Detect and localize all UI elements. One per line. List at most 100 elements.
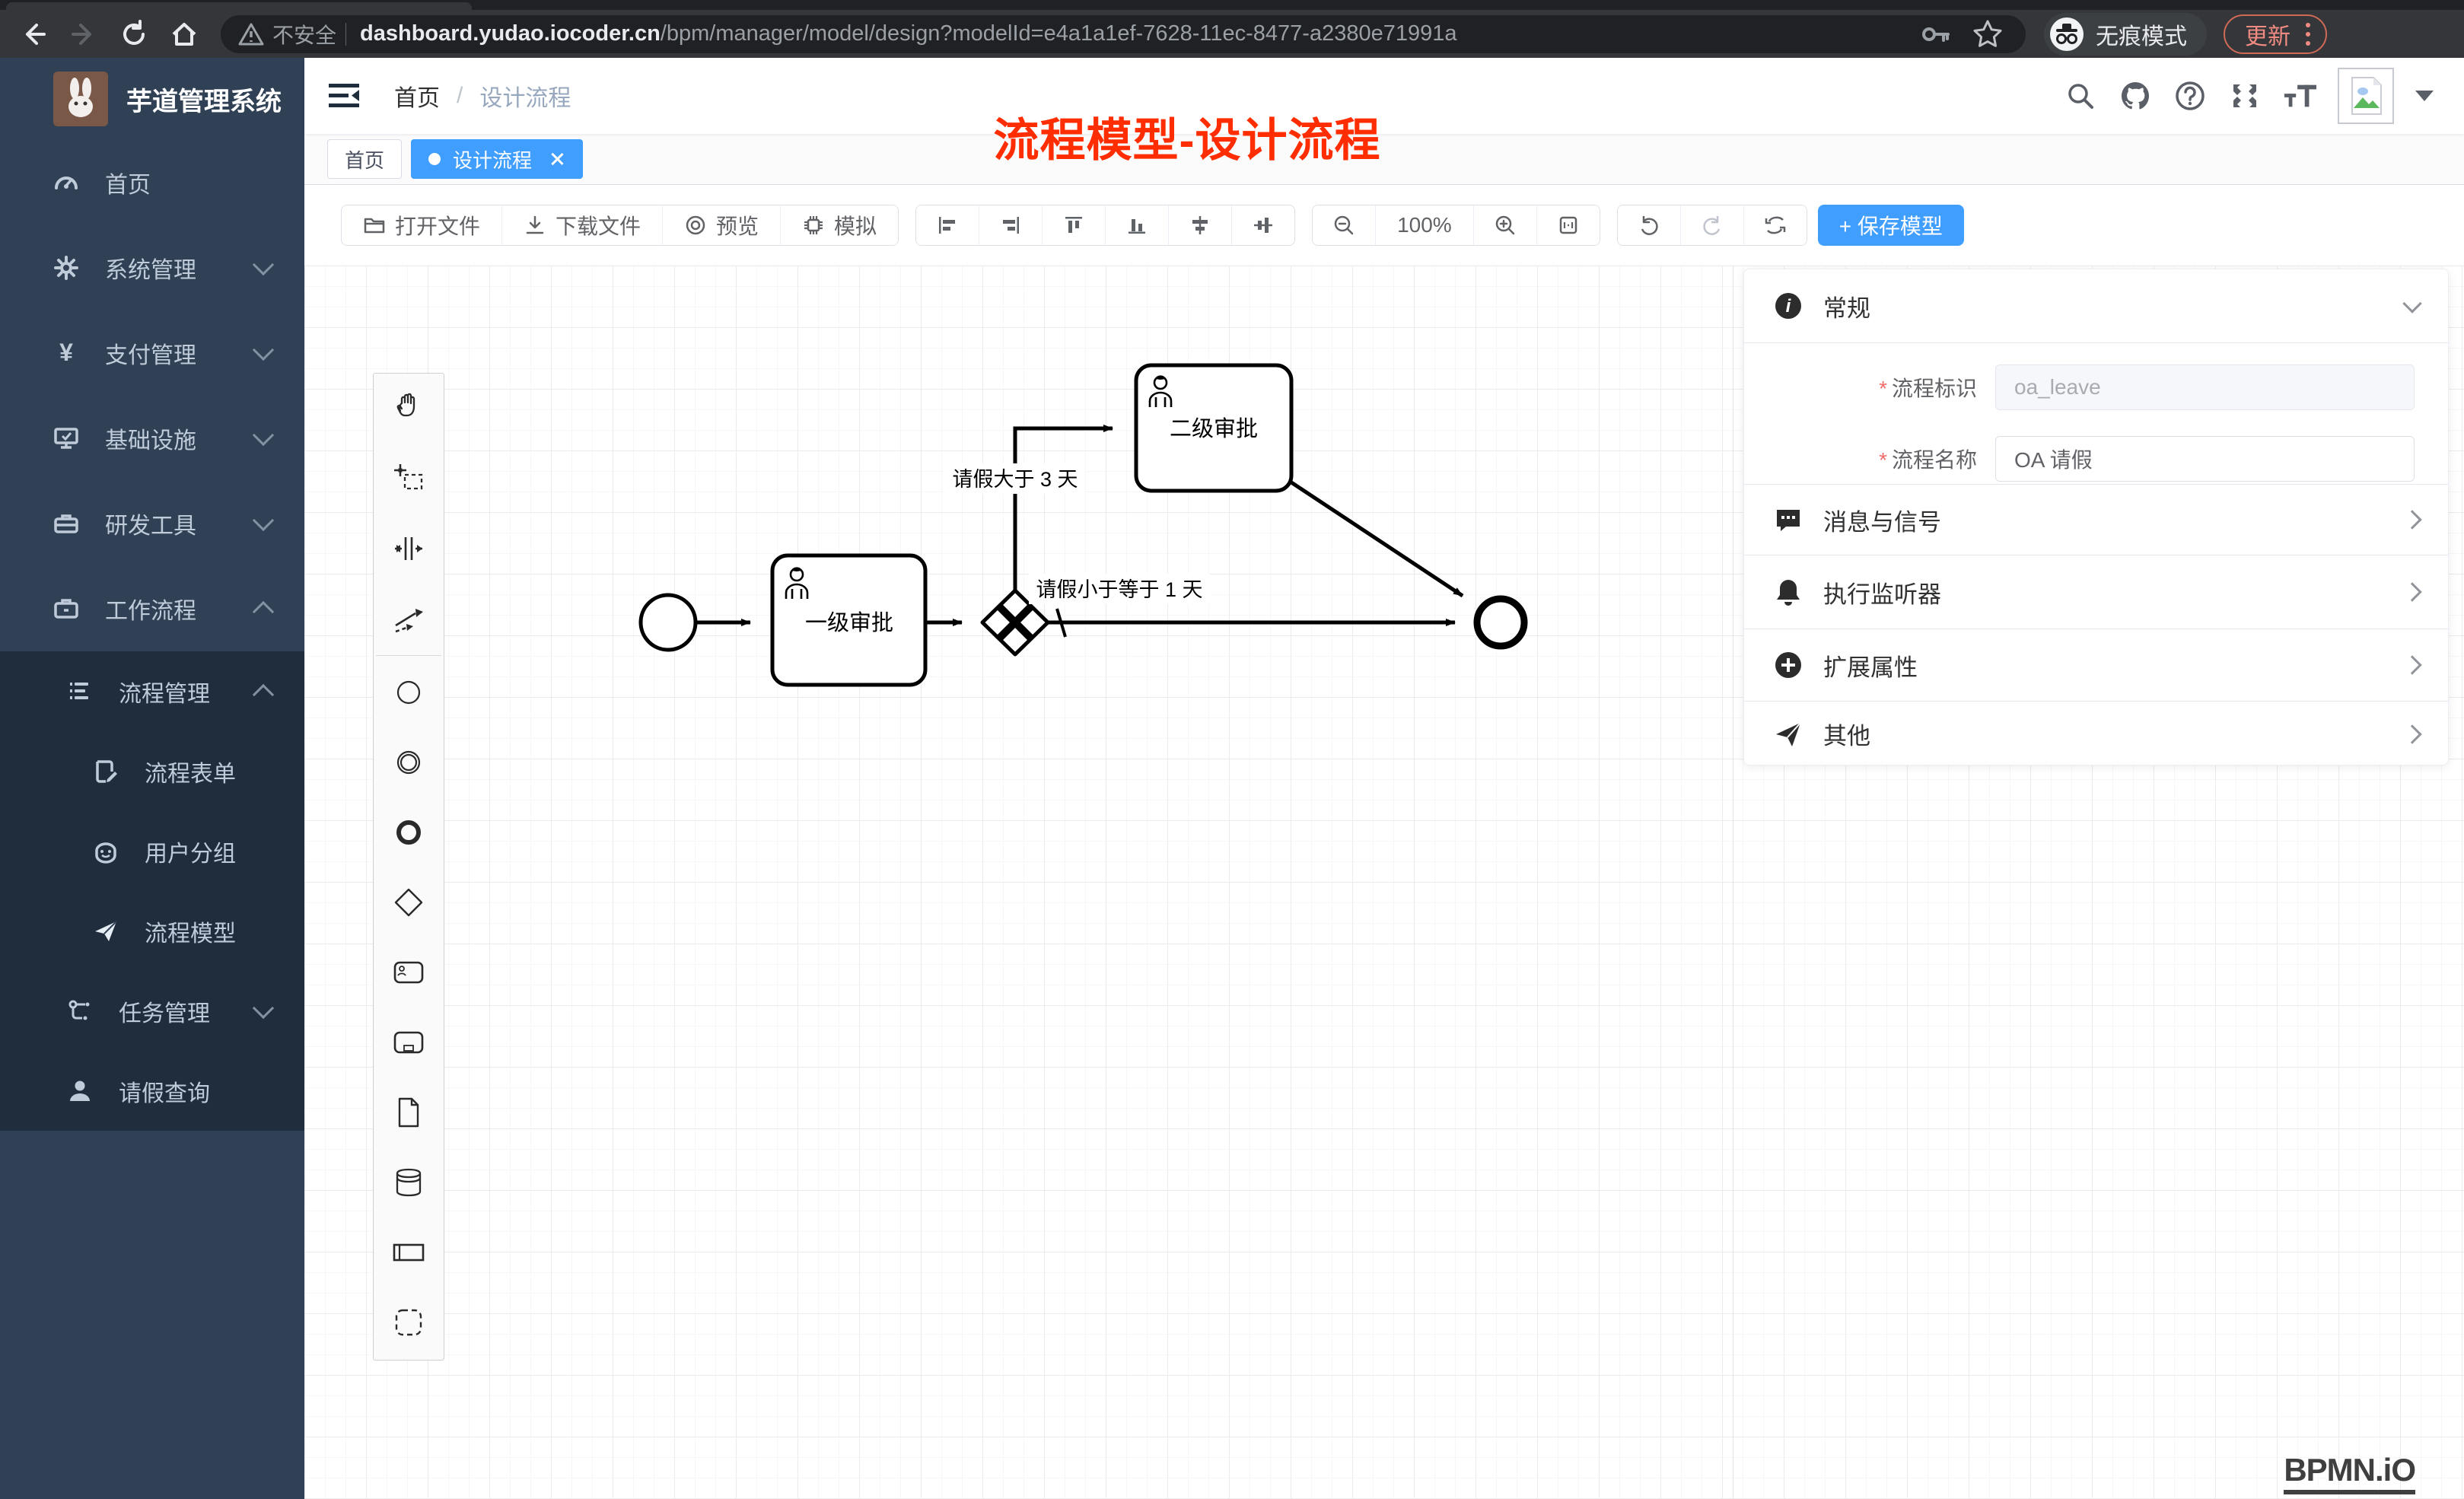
- sidebar-item-label: 支付管理: [105, 336, 196, 370]
- sidebar-item-task-mgmt[interactable]: 任务管理: [0, 971, 304, 1051]
- url-text[interactable]: dashboard.yudao.iocoder.cn/bpm/manager/m…: [360, 21, 1456, 46]
- sidebar-item-label: 请假查询: [119, 1074, 210, 1108]
- fullscreen-icon[interactable]: [2228, 79, 2262, 113]
- save-label: + 保存模型: [1839, 210, 1943, 240]
- preview-button[interactable]: 预览: [663, 205, 781, 245]
- chevron-up-icon: [253, 683, 274, 705]
- chevron-down-icon: [253, 254, 274, 275]
- bookmark-star-icon[interactable]: [1971, 18, 2004, 51]
- breadcrumb-home[interactable]: 首页: [394, 79, 440, 113]
- sidebar-item-infra[interactable]: 基础设施: [0, 396, 304, 481]
- sidebar-item-leave-query[interactable]: 请假查询: [0, 1051, 304, 1131]
- align-right-button[interactable]: [979, 205, 1043, 245]
- avatar[interactable]: [2338, 68, 2394, 124]
- not-secure-label: 不安全: [272, 19, 336, 49]
- section-message-signal[interactable]: 消息与信号: [1744, 485, 2448, 555]
- help-icon[interactable]: [2173, 79, 2207, 113]
- close-icon[interactable]: [549, 151, 565, 167]
- process-name-input[interactable]: [1995, 436, 2415, 482]
- field-label: 流程标识: [1892, 377, 1977, 400]
- chevron-down-icon: [253, 339, 274, 361]
- browser-home-button[interactable]: [167, 18, 201, 51]
- align-top-button[interactable]: [1043, 205, 1106, 245]
- open-file-button[interactable]: 打开文件: [342, 205, 502, 245]
- tab-design-process[interactable]: 设计流程: [411, 139, 583, 179]
- sidebar-item-process-mgmt[interactable]: 流程管理: [0, 651, 304, 731]
- url-path: /bpm/manager/model/design?modelId=e4a1a1…: [661, 21, 1457, 46]
- sidebar-item-payment[interactable]: ¥ 支付管理: [0, 310, 304, 396]
- simulate-button[interactable]: 模拟: [781, 205, 898, 245]
- omnibox-divider: [345, 23, 346, 46]
- app-logo-row[interactable]: 芋道管理系统: [0, 58, 304, 140]
- sidebar-item-devtools[interactable]: 研发工具: [0, 481, 304, 566]
- browser-active-tab[interactable]: [6, 2, 472, 10]
- section-execution-listener[interactable]: 执行监听器: [1744, 555, 2448, 629]
- zoom-in-button[interactable]: [1474, 205, 1537, 245]
- restart-button[interactable]: [1744, 205, 1807, 245]
- avatar-caret-icon[interactable]: [2415, 91, 2434, 101]
- section-general[interactable]: i 常规: [1744, 269, 2448, 343]
- bpmn-io-logo[interactable]: BPMN.iO: [2284, 1452, 2415, 1494]
- tab-home[interactable]: 首页: [327, 139, 402, 179]
- align-left-button[interactable]: [916, 205, 979, 245]
- end-event[interactable]: [1477, 599, 1524, 646]
- flow-label-bottom[interactable]: 请假小于等于 1 天: [1029, 574, 1210, 604]
- section-other[interactable]: 其他: [1744, 702, 2448, 766]
- download-file-button[interactable]: 下载文件: [502, 205, 663, 245]
- flow-label-top[interactable]: 请假大于 3 天: [945, 463, 1085, 494]
- sidebar-item-process-model[interactable]: 流程模型: [0, 891, 304, 971]
- github-icon[interactable]: [2119, 79, 2152, 113]
- gear-icon: [53, 255, 79, 281]
- incognito-badge[interactable]: 无痕模式: [2044, 13, 2207, 56]
- font-size-icon[interactable]: [2283, 79, 2316, 113]
- browser-back-button[interactable]: [17, 18, 50, 51]
- redo-button[interactable]: [1681, 205, 1744, 245]
- sidebar-item-home[interactable]: 首页: [0, 140, 304, 225]
- properties-panel: i 常规 *流程标识 *流程名称 消息与信号 执行监听器 扩展属: [1743, 269, 2449, 765]
- sidebar-item-label: 系统管理: [105, 251, 196, 285]
- bpmn-canvas[interactable]: 一级审批 二级审批 请假大于 3 天 请假小于等于 1 天: [304, 266, 2464, 1499]
- svg-text:¥: ¥: [59, 340, 73, 366]
- section-extended-attrs[interactable]: 扩展属性: [1744, 629, 2448, 702]
- zoom-out-button[interactable]: [1313, 205, 1376, 245]
- user-task-level2[interactable]: 二级审批: [1136, 365, 1291, 491]
- align-center-horizontal-button[interactable]: [1169, 205, 1232, 245]
- start-event[interactable]: [641, 595, 696, 650]
- file-button-group: 打开文件 下载文件 预览 模拟: [341, 205, 899, 246]
- chevron-down-icon: [253, 997, 274, 1018]
- update-label: 更新: [2245, 18, 2291, 51]
- required-mark: *: [1879, 377, 1887, 400]
- section-title: 其他: [1823, 717, 1870, 751]
- browser-reload-button[interactable]: [117, 18, 151, 51]
- header-search-icon[interactable]: [2064, 79, 2097, 113]
- process-key-input[interactable]: [1995, 364, 2415, 410]
- browser-menu-icon[interactable]: [2306, 23, 2310, 46]
- save-model-button[interactable]: + 保存模型: [1818, 205, 1964, 246]
- required-mark: *: [1879, 448, 1887, 472]
- not-secure-warning-icon[interactable]: [234, 18, 268, 51]
- sidebar-item-system[interactable]: 系统管理: [0, 225, 304, 310]
- sidebar-collapse-icon[interactable]: [329, 82, 359, 110]
- form-edit-icon: [93, 759, 119, 785]
- sidebar-item-user-group[interactable]: 用户分组: [0, 811, 304, 891]
- task-label: 一级审批: [805, 610, 893, 635]
- flow-branch-icon: [67, 998, 93, 1024]
- chevron-down-icon: [253, 510, 274, 531]
- url-bar[interactable]: 不安全 dashboard.yudao.iocoder.cn/bpm/manag…: [221, 15, 2026, 53]
- sidebar-item-label: 任务管理: [119, 995, 210, 1028]
- sidebar-item-workflow[interactable]: 工作流程: [0, 566, 304, 651]
- chevron-right-icon: [2402, 510, 2421, 529]
- browser-chrome: 不安全 dashboard.yudao.iocoder.cn/bpm/manag…: [0, 0, 2464, 58]
- align-center-vertical-button[interactable]: [1232, 205, 1294, 245]
- person-icon: [67, 1078, 93, 1104]
- align-bottom-button[interactable]: [1106, 205, 1169, 245]
- browser-update-button[interactable]: 更新: [2224, 14, 2327, 54]
- zoom-level-value: 100%: [1397, 213, 1452, 237]
- password-key-icon[interactable]: [1919, 18, 1951, 50]
- zoom-reset-button[interactable]: [1537, 205, 1600, 245]
- zoom-level[interactable]: 100%: [1376, 205, 1474, 245]
- browser-forward-button[interactable]: [67, 18, 100, 51]
- sidebar-item-process-form[interactable]: 流程表单: [0, 731, 304, 811]
- undo-button[interactable]: [1618, 205, 1681, 245]
- user-task-level1[interactable]: 一级审批: [772, 555, 925, 685]
